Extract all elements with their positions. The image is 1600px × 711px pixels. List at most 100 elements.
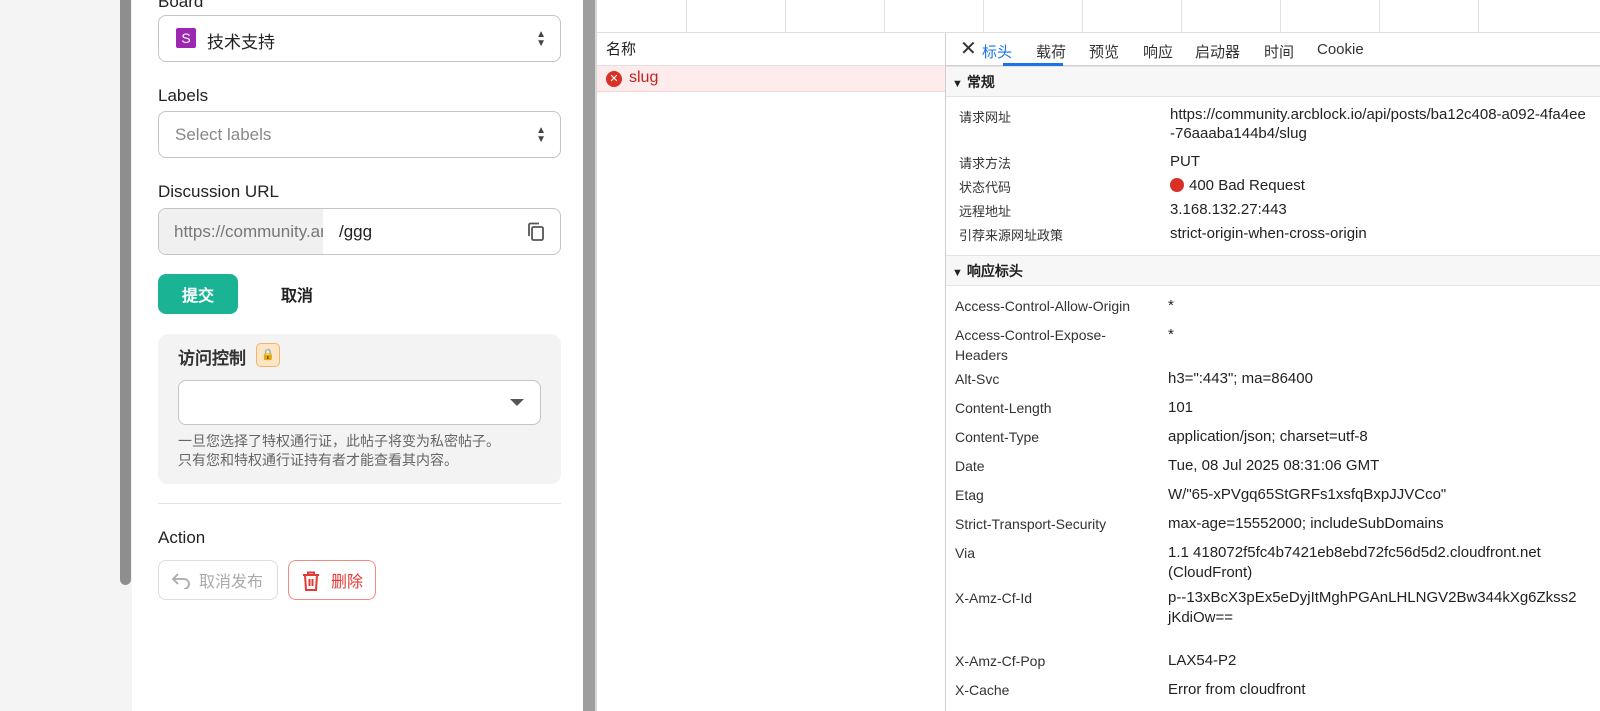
board-select[interactable]: S 技术支持 ▲ ▼: [158, 15, 561, 62]
trash-icon: [303, 571, 319, 591]
general-row: 请求网址 https://community.arcblock.io/api/p…: [946, 106, 1600, 149]
header-key: X-Amz-Cf-Pop: [955, 653, 1046, 669]
header-row: Content-Length 101: [946, 394, 1600, 423]
tab-payload[interactable]: 载荷: [1036, 41, 1066, 62]
header-value: W/"65-xPVgq65StGRFs1xsfqBxpJJVCco": [1168, 486, 1447, 503]
delete-button[interactable]: 删除: [288, 560, 376, 600]
header-row: X-Amz-Cf-Pop LAX54-P2: [946, 647, 1600, 676]
board-value: 技术支持: [207, 33, 275, 52]
header-key: Access-Control-Expose-Headers: [955, 327, 1106, 363]
header-key: Etag: [955, 487, 984, 503]
header-value: *: [1168, 326, 1174, 343]
general-key: 引荐来源网址政策: [959, 228, 1064, 243]
panel-resize-handle[interactable]: [583, 0, 595, 711]
header-row: Via 1.1 418072f5fc4b7421eb8ebd72fc56d5d2…: [946, 539, 1600, 584]
header-value: h3=":443"; ma=86400: [1168, 370, 1313, 387]
general-title: 常规: [966, 74, 995, 90]
header-row: Access-Control-Allow-Origin *: [946, 291, 1600, 321]
remote-address: 3.168.132.27:443: [1170, 201, 1287, 218]
close-icon[interactable]: ✕: [960, 36, 977, 61]
undo-arrow-icon: [171, 573, 190, 589]
general-key: 请求网址: [959, 110, 1012, 125]
general-key: 请求方法: [959, 156, 1012, 171]
action-label: Action: [158, 528, 206, 547]
header-row: Access-Control-Expose-Headers *: [946, 321, 1600, 365]
header-value: *: [1168, 297, 1174, 314]
status-code: 400 Bad Request: [1170, 177, 1600, 201]
header-row: Content-Type application/json; charset=u…: [946, 423, 1600, 452]
labels-select[interactable]: Select labels ▲ ▼: [158, 111, 561, 158]
active-tab-indicator: [1003, 63, 1063, 66]
tab-timing[interactable]: 时间: [1264, 41, 1294, 62]
header-value: LAX54-P2: [1168, 652, 1237, 669]
tab-response[interactable]: 响应: [1143, 41, 1173, 62]
tab-headers[interactable]: 标头: [982, 41, 1012, 62]
response-headers-section-header[interactable]: ▼ 响应标头: [946, 255, 1600, 286]
header-key: Alt-Svc: [955, 371, 1000, 387]
submit-button[interactable]: 提交: [158, 274, 238, 314]
divider: [158, 503, 561, 504]
general-row: 请求方法 PUT: [946, 153, 1600, 177]
tab-preview[interactable]: 预览: [1089, 41, 1119, 62]
up-down-chevron-icon: ▲ ▼: [536, 124, 546, 145]
general-section-header[interactable]: ▼ 常规: [946, 66, 1600, 97]
header-row: Strict-Transport-Security max-age=155520…: [946, 510, 1600, 539]
up-down-chevron-icon: ▲ ▼: [536, 28, 546, 49]
labels-label: Labels: [158, 86, 209, 105]
header-key: Access-Control-Allow-Origin: [955, 298, 1131, 314]
caret-down-icon: [510, 399, 524, 406]
access-control-section: 访问控制 🔒 一旦您选择了特权通行证，此帖子将变为私密帖子。 只有您和特权通行证…: [158, 334, 561, 484]
request-method: PUT: [1170, 153, 1200, 170]
unpublish-label: 取消发布: [199, 574, 264, 591]
header-value: max-age=15552000; includeSubDomains: [1168, 515, 1444, 532]
collapse-triangle-icon: ▼: [952, 267, 963, 279]
name-column-header[interactable]: 名称: [597, 33, 945, 66]
header-row: X-Cache Error from cloudfront: [946, 676, 1600, 705]
request-list: 名称 ✕ slug: [597, 33, 945, 711]
board-badge: S: [176, 28, 196, 48]
request-row[interactable]: ✕ slug: [597, 66, 945, 92]
tab-initiator[interactable]: 启动器: [1195, 41, 1240, 62]
request-detail-panel: ✕ 标头 载荷 预览 响应 启动器 时间 Cookie ▼ 常规 请求网址 htt…: [946, 33, 1600, 711]
tab-cookies[interactable]: Cookie: [1317, 41, 1364, 58]
header-row: Alt-Svc h3=":443"; ma=86400: [946, 365, 1600, 394]
collapse-triangle-icon: ▼: [952, 78, 963, 90]
discussion-url-field[interactable]: https://community.arcblock.io/discussion…: [158, 208, 561, 255]
access-pass-select[interactable]: [178, 380, 541, 425]
network-timeline: [597, 0, 1600, 33]
general-row: 远程地址 3.168.132.27:443: [946, 201, 1600, 225]
header-value: Error from cloudfront: [1168, 681, 1306, 698]
request-url: https://community.arcblock.io/api/posts/…: [1170, 106, 1586, 142]
general-section: 请求网址 https://community.arcblock.io/api/p…: [946, 97, 1600, 255]
header-key: Via: [955, 545, 975, 561]
response-headers-section: Access-Control-Allow-Origin * Access-Con…: [946, 286, 1600, 705]
scrollbar-thumb[interactable]: [120, 0, 131, 585]
delete-label: 删除: [331, 574, 364, 591]
request-name: slug: [629, 69, 659, 86]
general-key: 远程地址: [959, 204, 1012, 219]
status-text: 400 Bad Request: [1189, 177, 1305, 194]
status-dot-icon: [1170, 178, 1184, 192]
error-icon: ✕: [606, 71, 622, 87]
copy-icon[interactable]: [526, 221, 546, 243]
detail-tabs: ✕ 标头 载荷 预览 响应 启动器 时间 Cookie: [946, 33, 1600, 66]
url-slug-input[interactable]: /ggg: [339, 209, 372, 254]
general-row: 状态代码 400 Bad Request: [946, 177, 1600, 201]
header-value: Tue, 08 Jul 2025 08:31:06 GMT: [1168, 457, 1380, 474]
header-key: X-Amz-Cf-Id: [955, 590, 1032, 606]
board-label: Board: [158, 0, 204, 11]
header-value: application/json; charset=utf-8: [1168, 428, 1368, 445]
header-key: Content-Type: [955, 429, 1040, 445]
access-control-title: 访问控制: [178, 349, 246, 368]
discussion-url-label: Discussion URL: [158, 182, 279, 201]
header-key: Date: [955, 458, 985, 474]
header-value: p--13xBcX3pEx5eDyjItMghPGAnLHLNGV2Bw344k…: [1168, 589, 1577, 626]
referrer-policy: strict-origin-when-cross-origin: [1170, 225, 1367, 242]
general-row: 引荐来源网址政策 strict-origin-when-cross-origin: [946, 225, 1600, 249]
labels-placeholder: Select labels: [175, 125, 272, 144]
header-key: X-Cache: [955, 682, 1010, 698]
header-row: Etag W/"65-xPVgq65StGRFs1xsfqBxpJJVCco": [946, 481, 1600, 510]
cancel-button[interactable]: 取消: [262, 274, 332, 314]
header-key: Content-Length: [955, 400, 1052, 416]
unpublish-button[interactable]: 取消发布: [158, 560, 278, 600]
